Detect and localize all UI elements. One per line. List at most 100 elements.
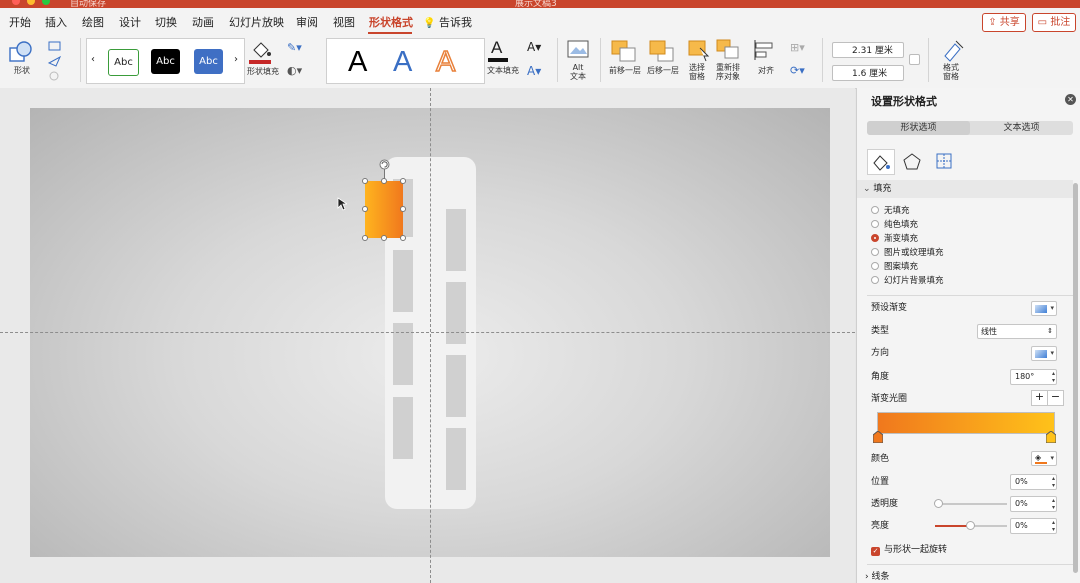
align-icon[interactable] (752, 39, 778, 61)
window-rect[interactable] (446, 355, 466, 417)
bring-forward-icon[interactable] (610, 38, 638, 64)
group-icon[interactable]: ⊞▾ (790, 41, 805, 54)
preset-gradient-dropdown[interactable]: ▾ (1031, 301, 1057, 316)
send-backward-icon[interactable] (648, 38, 676, 64)
reorder-objects-icon[interactable] (715, 38, 741, 62)
radio-picture-fill[interactable]: 图片或纹理填充 (871, 248, 944, 258)
shape-label: 形状 (14, 66, 30, 75)
tab-slideshow[interactable]: 幻灯片放映 (229, 14, 284, 30)
alt-text-icon[interactable] (567, 40, 589, 60)
width-input[interactable]: 1.6 厘米 (832, 65, 904, 81)
radio-slide-background-fill[interactable]: 幻灯片背景填充 (871, 276, 944, 286)
stepper-icon[interactable]: ▴ ▾ (1052, 519, 1055, 533)
effects-icon[interactable]: ◐▾ (287, 64, 302, 77)
window-rect[interactable] (446, 282, 466, 344)
size-properties-tab[interactable] (931, 149, 959, 175)
transparency-input[interactable]: 0% ▴ ▾ (1010, 496, 1057, 512)
rotate-with-shape-checkbox[interactable]: ✓ 与形状一起旋转 (871, 545, 947, 556)
radio-pattern-fill[interactable]: 图案填充 (871, 262, 918, 272)
tell-me-search[interactable]: 💡 告诉我 (423, 14, 472, 30)
tab-animations[interactable]: 动画 (192, 14, 214, 30)
lock-aspect-checkbox[interactable] (909, 54, 920, 65)
tab-shape-format[interactable]: 形状格式 (369, 14, 413, 30)
stepper-icon[interactable]: ▴ ▾ (1052, 497, 1055, 511)
share-button[interactable]: ⇪ 共享 (982, 13, 1026, 32)
height-input[interactable]: 2.31 厘米 (832, 42, 904, 58)
size-properties-icon (936, 153, 952, 169)
brightness-slider-knob[interactable] (966, 521, 975, 530)
tab-draw[interactable]: 绘图 (82, 14, 104, 30)
window-rect[interactable] (393, 250, 413, 312)
resize-handle[interactable] (400, 235, 406, 241)
resize-handle[interactable] (362, 178, 368, 184)
edit-shape-icons[interactable] (46, 39, 68, 83)
fill-section-header[interactable]: ⌄ 填充 (857, 180, 1073, 198)
radio-no-fill[interactable]: 无填充 (871, 206, 910, 216)
angle-input[interactable]: 180° ▴ ▾ (1010, 369, 1057, 385)
rotate-handle-icon[interactable] (379, 159, 390, 170)
paint-bucket-icon[interactable] (250, 39, 272, 61)
effects-tab[interactable] (899, 149, 927, 175)
fill-line-tab[interactable] (867, 149, 895, 175)
stepper-icon[interactable]: ▴ ▾ (1052, 370, 1055, 384)
transparency-slider-knob[interactable] (934, 499, 943, 508)
close-window-button[interactable] (12, 0, 20, 5)
wordart-blue[interactable]: A (393, 47, 412, 77)
gradient-stop-right[interactable] (1046, 431, 1056, 443)
tab-insert[interactable]: 插入 (45, 14, 67, 30)
text-fill-a-icon[interactable]: A (491, 38, 502, 58)
minimize-window-button[interactable] (27, 0, 35, 5)
window-rect[interactable] (393, 397, 413, 459)
text-outline-icon[interactable]: A▾ (527, 40, 541, 54)
style-preset-outline[interactable]: Abc (108, 49, 139, 76)
resize-handle[interactable] (381, 178, 387, 184)
position-input[interactable]: 0% ▴ ▾ (1010, 474, 1057, 490)
maximize-window-button[interactable] (42, 0, 50, 5)
window-rect[interactable] (446, 209, 466, 271)
tab-transitions[interactable]: 切换 (155, 14, 177, 30)
tab-design[interactable]: 设计 (119, 14, 141, 30)
selection-pane-icon[interactable] (687, 38, 711, 62)
pane-scrollbar[interactable] (1073, 183, 1078, 573)
transparency-value: 0% (1015, 499, 1028, 508)
gradient-stop-left[interactable] (873, 431, 883, 443)
selected-gradient-rectangle[interactable] (365, 181, 403, 238)
direction-dropdown[interactable]: ▾ (1031, 346, 1057, 361)
radio-solid-fill[interactable]: 纯色填充 (871, 220, 918, 230)
gradient-preview-bar[interactable] (877, 412, 1055, 434)
comments-button[interactable]: ▭ 批注 (1032, 13, 1076, 32)
text-effects-icon[interactable]: A▾ (527, 64, 541, 78)
pen-icon[interactable]: ✎▾ (287, 41, 302, 54)
wordart-black[interactable]: A (348, 47, 367, 77)
transparency-label: 透明度 (871, 499, 899, 509)
tab-home[interactable]: 开始 (9, 14, 31, 30)
remove-stop-button[interactable]: − (1047, 390, 1064, 406)
style-preset-black[interactable]: Abc (151, 49, 180, 74)
window-rect[interactable] (446, 428, 466, 490)
line-section-header[interactable]: › 线条 (865, 569, 890, 582)
resize-handle[interactable] (362, 235, 368, 241)
stepper-icon[interactable]: ▴ ▾ (1052, 475, 1055, 489)
tab-shape-options[interactable]: 形状选项 (867, 121, 970, 135)
shapes-icon[interactable] (9, 40, 35, 64)
transparency-slider[interactable] (935, 503, 1007, 505)
resize-handle[interactable] (362, 206, 368, 212)
style-preset-blue[interactable]: Abc (194, 49, 223, 74)
close-pane-icon[interactable]: ✕ (1065, 94, 1076, 105)
gallery-prev-icon[interactable]: ‹ (91, 54, 95, 65)
color-dropdown[interactable]: ◈ ▾ (1031, 451, 1057, 466)
wordart-orange-outline[interactable]: A (435, 46, 456, 78)
tab-view[interactable]: 视图 (333, 14, 355, 30)
tab-review[interactable]: 审阅 (296, 14, 318, 30)
gallery-next-icon[interactable]: › (234, 54, 238, 65)
format-pane-icon[interactable] (941, 38, 965, 62)
type-select[interactable]: 线性 ⇕ (977, 324, 1057, 339)
resize-handle[interactable] (400, 206, 406, 212)
resize-handle[interactable] (400, 178, 406, 184)
radio-gradient-fill[interactable]: 渐变填充 (871, 234, 918, 244)
resize-handle[interactable] (381, 235, 387, 241)
brightness-input[interactable]: 0% ▴ ▾ (1010, 518, 1057, 534)
tab-text-options[interactable]: 文本选项 (970, 121, 1073, 135)
rotate-icon[interactable]: ⟳▾ (790, 64, 805, 77)
add-stop-button[interactable]: + (1031, 390, 1048, 406)
